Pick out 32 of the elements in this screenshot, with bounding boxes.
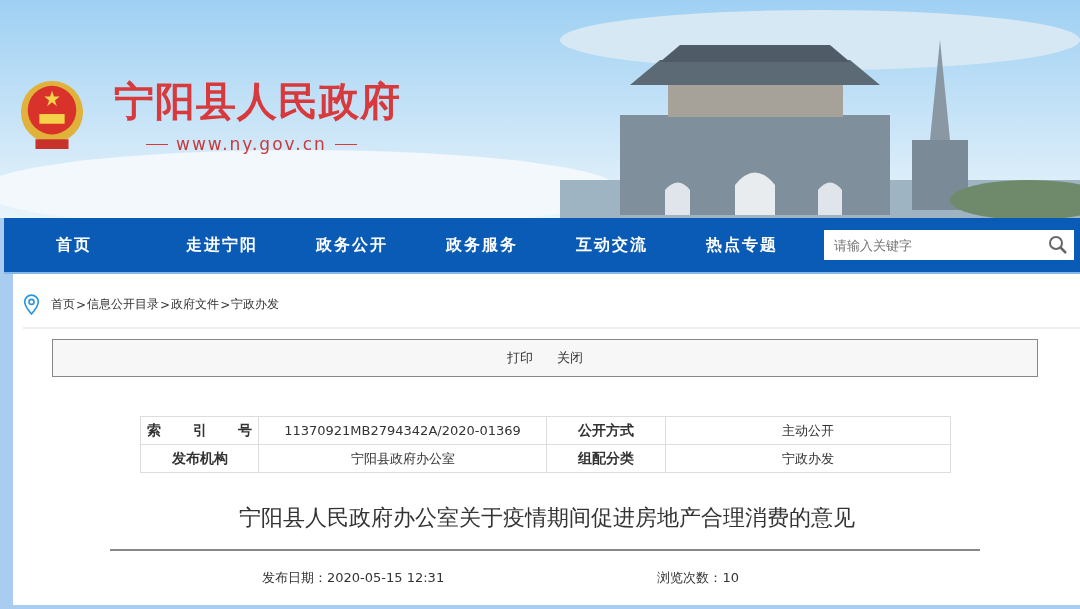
emblem-icon xyxy=(18,79,86,151)
label-cell: 索引号 xyxy=(140,416,259,445)
breadcrumb-link[interactable]: 宁政办发 xyxy=(231,296,280,313)
breadcrumb-separator: > xyxy=(75,297,87,312)
toolbar-link[interactable]: 关闭 xyxy=(557,349,583,367)
nav-item[interactable]: 走进宁阳 xyxy=(174,234,304,256)
label-cell: 发布机构 xyxy=(140,444,259,473)
nav-item[interactable]: 首页 xyxy=(44,234,174,256)
nav-item[interactable]: 互动交流 xyxy=(564,234,694,256)
nav-item[interactable]: 热点专题 xyxy=(694,234,824,256)
site-url: www.ny.gov.cn xyxy=(176,134,327,154)
search-field[interactable]: 请输入关键字 xyxy=(824,230,1074,260)
location-pin-icon xyxy=(23,294,40,315)
site-title: 宁阳县人民政府 xyxy=(114,77,401,126)
article-title: 宁阳县人民政府办公室关于疫情期间促进房地产合理消费的意见 xyxy=(237,504,856,532)
breadcrumb-link[interactable]: 政府文件 xyxy=(171,296,220,313)
value-cell: 宁阳县政府办公室 xyxy=(258,444,547,473)
breadcrumb-link[interactable]: 首页 xyxy=(51,296,75,313)
value-cell: 主动公开 xyxy=(665,416,951,445)
value-cell: 11370921MB2794342A/2020-01369 xyxy=(258,416,547,445)
toolbar-link[interactable]: 打印 xyxy=(507,349,533,367)
nav-item[interactable]: 政务公开 xyxy=(304,234,434,256)
label-cell: 公开方式 xyxy=(546,416,666,445)
breadcrumb-link[interactable]: 信息公开目录 xyxy=(87,296,160,313)
value-cell: 宁政办发 xyxy=(665,444,951,473)
nav-item[interactable]: 政务服务 xyxy=(434,234,564,256)
publish-date: 发布日期：2020-05-15 12:31 xyxy=(262,569,445,587)
search-icon[interactable] xyxy=(1048,235,1068,255)
breadcrumb-separator: > xyxy=(159,297,171,312)
breadcrumb-separator: > xyxy=(219,297,231,312)
label-cell: 组配分类 xyxy=(546,444,666,473)
view-count: 浏览次数：10 xyxy=(657,569,739,587)
